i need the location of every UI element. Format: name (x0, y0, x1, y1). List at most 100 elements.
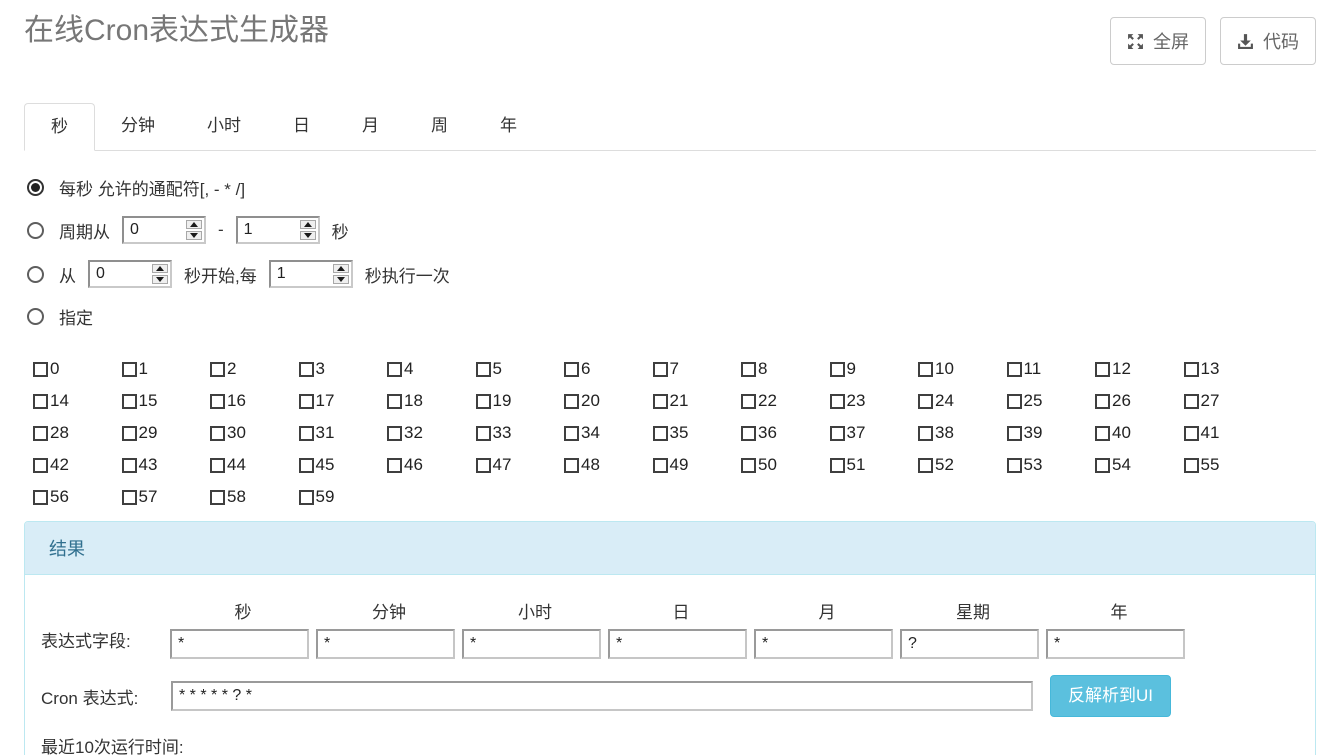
field-input-seconds[interactable] (170, 629, 309, 659)
interval-step-stepper[interactable] (269, 260, 353, 288)
checkbox-icon[interactable] (476, 362, 491, 377)
second-checkbox-32[interactable]: 32 (387, 421, 476, 445)
checkbox-icon[interactable] (1184, 458, 1199, 473)
option-interval[interactable]: 从 秒开始,每 秒执行一次 (24, 260, 1316, 288)
second-checkbox-31[interactable]: 31 (299, 421, 388, 445)
option-cycle[interactable]: 周期从 - 秒 (24, 216, 1316, 244)
second-checkbox-24[interactable]: 24 (918, 389, 1007, 413)
checkbox-icon[interactable] (564, 458, 579, 473)
field-input-day[interactable] (608, 629, 747, 659)
checkbox-icon[interactable] (653, 426, 668, 441)
checkbox-icon[interactable] (830, 426, 845, 441)
checkbox-icon[interactable] (741, 458, 756, 473)
checkbox-icon[interactable] (122, 458, 137, 473)
checkbox-icon[interactable] (387, 394, 402, 409)
second-checkbox-12[interactable]: 12 (1095, 357, 1184, 381)
checkbox-icon[interactable] (653, 458, 668, 473)
checkbox-icon[interactable] (210, 362, 225, 377)
checkbox-icon[interactable] (33, 490, 48, 505)
second-checkbox-35[interactable]: 35 (653, 421, 742, 445)
checkbox-icon[interactable] (1095, 426, 1110, 441)
code-button[interactable]: 代码 (1220, 17, 1316, 65)
second-checkbox-59[interactable]: 59 (299, 485, 388, 509)
second-checkbox-54[interactable]: 54 (1095, 453, 1184, 477)
checkbox-icon[interactable] (653, 394, 668, 409)
checkbox-icon[interactable] (387, 362, 402, 377)
second-checkbox-29[interactable]: 29 (122, 421, 211, 445)
specify-radio[interactable] (27, 308, 44, 325)
second-checkbox-3[interactable]: 3 (299, 357, 388, 381)
second-checkbox-55[interactable]: 55 (1184, 453, 1273, 477)
second-checkbox-15[interactable]: 15 (122, 389, 211, 413)
second-checkbox-43[interactable]: 43 (122, 453, 211, 477)
checkbox-icon[interactable] (918, 394, 933, 409)
spin-down-icon[interactable] (300, 231, 316, 240)
checkbox-icon[interactable] (741, 394, 756, 409)
checkbox-icon[interactable] (1007, 458, 1022, 473)
second-checkbox-37[interactable]: 37 (830, 421, 919, 445)
second-checkbox-52[interactable]: 52 (918, 453, 1007, 477)
field-input-hours[interactable] (462, 629, 601, 659)
checkbox-icon[interactable] (33, 362, 48, 377)
second-checkbox-49[interactable]: 49 (653, 453, 742, 477)
checkbox-icon[interactable] (830, 394, 845, 409)
second-checkbox-25[interactable]: 25 (1007, 389, 1096, 413)
second-checkbox-18[interactable]: 18 (387, 389, 476, 413)
option-specify[interactable]: 指定 (24, 304, 1316, 329)
second-checkbox-11[interactable]: 11 (1007, 357, 1096, 381)
second-checkbox-9[interactable]: 9 (830, 357, 919, 381)
interval-step-input[interactable] (271, 262, 331, 286)
cron-expression-input[interactable] (171, 681, 1033, 711)
field-input-year[interactable] (1046, 629, 1185, 659)
cycle-from-stepper[interactable] (122, 216, 206, 244)
checkbox-icon[interactable] (741, 426, 756, 441)
checkbox-icon[interactable] (210, 394, 225, 409)
second-checkbox-20[interactable]: 20 (564, 389, 653, 413)
checkbox-icon[interactable] (1095, 362, 1110, 377)
option-every-second[interactable]: 每秒 允许的通配符[, - * /] (24, 175, 1316, 200)
checkbox-icon[interactable] (1184, 426, 1199, 441)
checkbox-icon[interactable] (122, 394, 137, 409)
checkbox-icon[interactable] (210, 426, 225, 441)
checkbox-icon[interactable] (653, 362, 668, 377)
checkbox-icon[interactable] (918, 426, 933, 441)
checkbox-icon[interactable] (299, 458, 314, 473)
second-checkbox-7[interactable]: 7 (653, 357, 742, 381)
second-checkbox-16[interactable]: 16 (210, 389, 299, 413)
tab-minutes[interactable]: 分钟 (95, 103, 181, 150)
checkbox-icon[interactable] (33, 426, 48, 441)
cycle-to-input[interactable] (238, 218, 298, 242)
checkbox-icon[interactable] (1095, 394, 1110, 409)
second-checkbox-48[interactable]: 48 (564, 453, 653, 477)
second-checkbox-28[interactable]: 28 (33, 421, 122, 445)
second-checkbox-6[interactable]: 6 (564, 357, 653, 381)
spin-down-icon[interactable] (186, 231, 202, 240)
checkbox-icon[interactable] (122, 426, 137, 441)
checkbox-icon[interactable] (122, 490, 137, 505)
checkbox-icon[interactable] (33, 458, 48, 473)
checkbox-icon[interactable] (476, 426, 491, 441)
second-checkbox-14[interactable]: 14 (33, 389, 122, 413)
checkbox-icon[interactable] (1007, 426, 1022, 441)
spin-down-icon[interactable] (152, 275, 168, 284)
checkbox-icon[interactable] (1184, 362, 1199, 377)
checkbox-icon[interactable] (299, 490, 314, 505)
checkbox-icon[interactable] (1007, 362, 1022, 377)
checkbox-icon[interactable] (210, 458, 225, 473)
cycle-to-stepper[interactable] (236, 216, 320, 244)
checkbox-icon[interactable] (741, 362, 756, 377)
second-checkbox-47[interactable]: 47 (476, 453, 565, 477)
checkbox-icon[interactable] (830, 362, 845, 377)
interval-start-spinner[interactable] (150, 262, 170, 286)
reverse-parse-button[interactable]: 反解析到UI (1050, 675, 1171, 717)
checkbox-icon[interactable] (1095, 458, 1110, 473)
second-checkbox-36[interactable]: 36 (741, 421, 830, 445)
second-checkbox-41[interactable]: 41 (1184, 421, 1273, 445)
checkbox-icon[interactable] (33, 394, 48, 409)
spin-up-icon[interactable] (152, 264, 168, 273)
tab-day[interactable]: 日 (267, 103, 336, 150)
checkbox-icon[interactable] (564, 362, 579, 377)
interval-start-input[interactable] (90, 262, 150, 286)
second-checkbox-45[interactable]: 45 (299, 453, 388, 477)
second-checkbox-58[interactable]: 58 (210, 485, 299, 509)
